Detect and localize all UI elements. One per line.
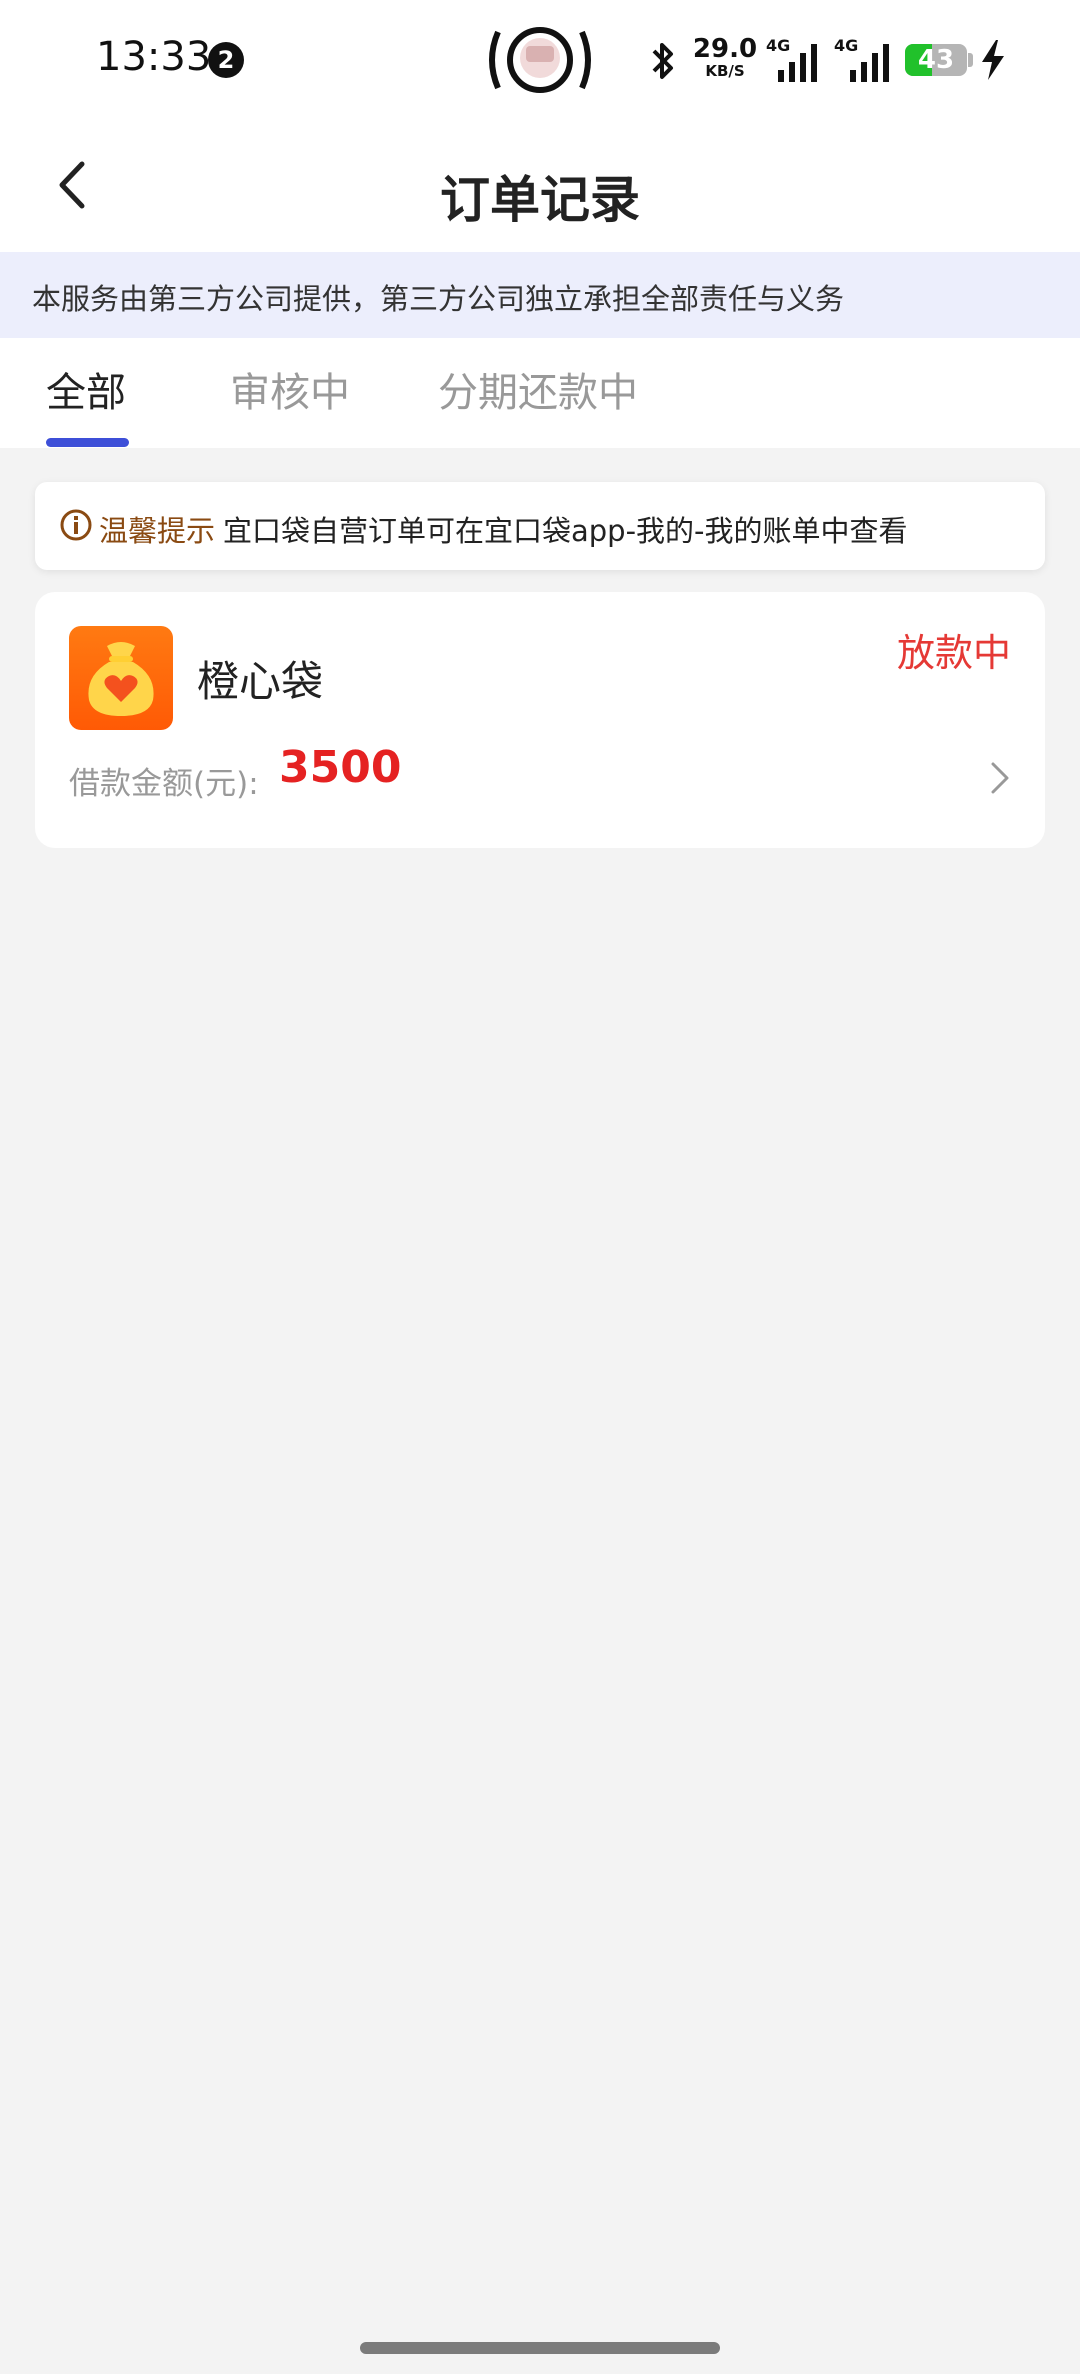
- signal-icon: [778, 44, 817, 82]
- tab-all[interactable]: 全部: [46, 360, 126, 418]
- notification-badge: 2: [208, 42, 244, 78]
- product-name: 橙心袋: [197, 657, 324, 706]
- third-party-notice: 本服务由第三方公司提供，第三方公司独立承担全部责任与义务: [0, 252, 1080, 338]
- tab-active-indicator: [46, 438, 129, 447]
- home-indicator[interactable]: [360, 2342, 720, 2354]
- info-icon: [60, 509, 92, 541]
- tip-card: 温馨提示 宜口袋自营订单可在宜口袋app-我的-我的账单中查看: [35, 482, 1045, 570]
- tab-bar: 全部 审核中 分期还款中: [0, 338, 1080, 448]
- battery-icon: 43: [905, 44, 967, 76]
- status-icons: 29.0 KB/S 4G 4G 43: [650, 32, 1020, 88]
- status-bar: 13:33 2 29.0 KB/S 4G 4G 43: [0, 0, 1080, 120]
- order-card[interactable]: 橙心袋 放款中 借款金额(元): 3500: [35, 592, 1045, 848]
- order-status: 放款中: [896, 631, 1011, 675]
- chevron-right-icon[interactable]: [985, 756, 1015, 800]
- amount-label: 借款金额(元):: [69, 766, 259, 802]
- signal-sim1: 4G: [762, 36, 820, 84]
- net-speed: 29.0 KB/S: [692, 34, 758, 80]
- tip-text: 宜口袋自营订单可在宜口袋app-我的-我的账单中查看: [223, 514, 908, 548]
- signal-icon: [850, 44, 889, 82]
- nav-header: 订单记录: [0, 120, 1080, 252]
- amount-value: 3500: [279, 742, 402, 793]
- tip-label: 温馨提示: [99, 514, 216, 548]
- page-title: 订单记录: [440, 171, 640, 229]
- notice-text: 本服务由第三方公司提供，第三方公司独立承担全部责任与义务: [32, 282, 845, 316]
- battery-tip: [968, 53, 973, 67]
- charging-icon: [982, 40, 1004, 80]
- bluetooth-icon: [652, 43, 673, 79]
- tab-under-review[interactable]: 审核中: [230, 360, 350, 418]
- status-time: 13:33: [96, 34, 212, 80]
- money-bag-heart-icon: [88, 642, 154, 716]
- hotspot-icon: [489, 27, 591, 93]
- order-records-page: 13:33 2 29.0 KB/S 4G 4G 43 订单记录 本服务由第三方公…: [0, 0, 1080, 2374]
- tab-installment-repaying[interactable]: 分期还款中: [438, 360, 638, 418]
- product-logo: [69, 626, 173, 730]
- signal-sim2: 4G: [834, 36, 892, 84]
